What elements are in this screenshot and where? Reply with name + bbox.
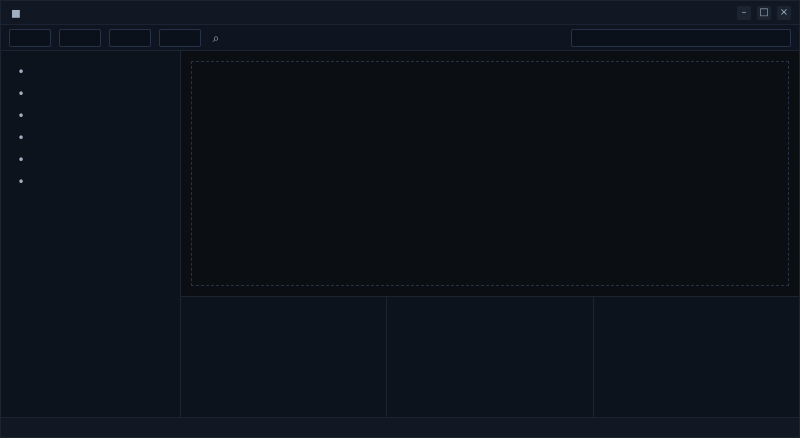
sidebar: • • • • • • (1, 51, 181, 417)
bullet-icon: • (17, 65, 25, 79)
sidebar-item-3[interactable]: • (7, 107, 174, 125)
sidebar-item-1[interactable]: • (7, 63, 174, 81)
search-icon: ⌕ (212, 30, 220, 45)
bullet-icon: • (17, 153, 25, 167)
bottom-panels (181, 297, 799, 417)
sidebar-item-4[interactable]: • (7, 129, 174, 147)
toolbar-button-2[interactable] (59, 28, 101, 47)
window-controls: – □ × (737, 5, 791, 20)
panel-2 (387, 297, 594, 417)
sidebar-list: • • • • • • (7, 63, 174, 191)
close-icon[interactable]: × (777, 5, 791, 20)
bullet-icon: • (17, 87, 25, 101)
panel-3 (594, 297, 799, 417)
chart-area (181, 51, 799, 297)
app-icon: ◼ (11, 5, 21, 20)
panel-1 (181, 297, 388, 417)
title-bar: ◼ – □ × (1, 1, 799, 25)
toolbar-button-1[interactable] (9, 28, 51, 47)
status-bar (1, 417, 799, 437)
sidebar-item-5[interactable]: • (7, 151, 174, 169)
maximize-icon[interactable]: □ (757, 5, 771, 20)
chart-placeholder (191, 61, 789, 286)
app-window: ◼ – □ × ⌕ • • • • • • (0, 0, 800, 438)
bullet-icon: • (17, 175, 25, 189)
search-input[interactable] (571, 28, 791, 47)
toolbar: ⌕ (1, 25, 799, 51)
bullet-icon: • (17, 131, 25, 145)
minimize-icon[interactable]: – (737, 5, 751, 20)
toolbar-button-3[interactable] (109, 28, 151, 47)
sidebar-item-6[interactable]: • (7, 173, 174, 191)
bullet-icon: • (17, 109, 25, 123)
content (181, 51, 799, 417)
toolbar-button-4[interactable] (159, 28, 201, 47)
sidebar-item-2[interactable]: • (7, 85, 174, 103)
main: • • • • • • (1, 51, 799, 417)
